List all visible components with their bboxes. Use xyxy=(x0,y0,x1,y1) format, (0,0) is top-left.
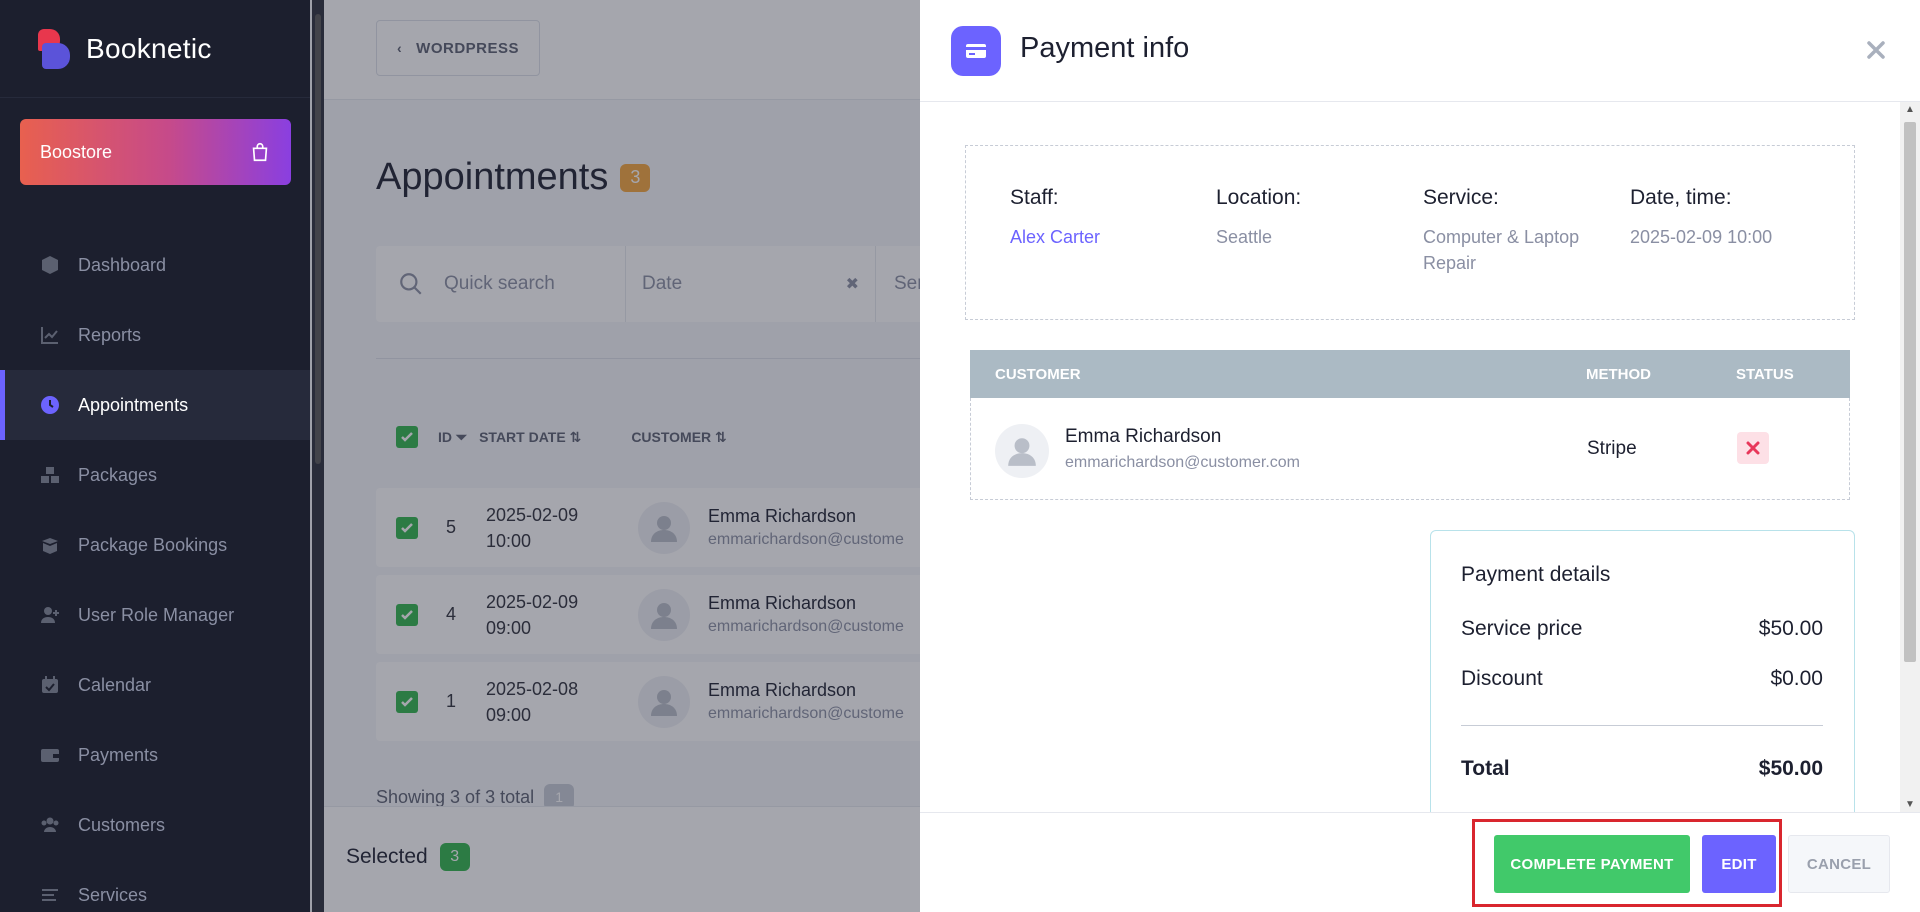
sidebar-item-label: User Role Manager xyxy=(78,604,235,625)
customer-payment-table: CUSTOMER METHOD STATUS Emma Richardson e… xyxy=(970,350,1850,500)
panel-scrollbar[interactable]: ▲ ▼ xyxy=(1900,102,1920,812)
panel-header: Payment info xyxy=(920,0,1920,102)
logo[interactable]: Booknetic xyxy=(0,0,310,98)
sidebar-item-user-role-manager[interactable]: User Role Manager xyxy=(0,580,310,650)
shopping-bag-icon xyxy=(249,141,271,163)
payment-details-box: Payment details Service price $50.00 Dis… xyxy=(1430,530,1855,830)
scroll-up-icon[interactable]: ▲ xyxy=(1905,104,1915,115)
payment-method: Stripe xyxy=(1587,438,1637,459)
datetime-info: Date, time: 2025-02-09 10:00 xyxy=(1630,186,1773,247)
avatar xyxy=(995,424,1049,478)
logo-text: Booknetic xyxy=(86,32,212,64)
sidebar-item-dashboard[interactable]: Dashboard xyxy=(0,230,310,300)
sidebar-nav: Dashboard Reports Appointments Packages … xyxy=(0,230,310,912)
table-row: Emma Richardson emmarichardson@customer.… xyxy=(970,398,1850,500)
cube-icon xyxy=(40,255,60,275)
panel-title: Payment info xyxy=(1020,32,1190,64)
table-header: CUSTOMER METHOD STATUS xyxy=(970,350,1850,398)
clock-icon xyxy=(40,395,60,415)
customer-column-header: CUSTOMER xyxy=(995,365,1081,383)
boxes-icon xyxy=(40,465,60,485)
sidebar-item-customers[interactable]: Customers xyxy=(0,790,310,860)
scroll-down-icon[interactable]: ▼ xyxy=(1905,799,1915,810)
sidebar-item-label: Reports xyxy=(78,324,142,345)
booknetic-logo-icon xyxy=(38,28,72,69)
method-column-header: METHOD xyxy=(1586,365,1651,383)
sidebar-item-label: Appointments xyxy=(78,394,189,415)
sidebar-item-package-bookings[interactable]: Package Bookings xyxy=(0,510,310,580)
sidebar-item-appointments[interactable]: Appointments xyxy=(0,370,310,440)
boostore-button[interactable]: Boostore xyxy=(20,119,291,185)
appointment-info-box: Staff: Alex Carter Location: Seattle Ser… xyxy=(965,145,1855,320)
list-icon xyxy=(40,885,60,905)
staff-info: Staff: Alex Carter xyxy=(1010,186,1210,250)
payment-info-panel: Payment info Staff: Alex Carter Location… xyxy=(920,0,1920,912)
highlight-box xyxy=(1472,819,1782,907)
sidebar: Booknetic Boostore Dashboard Reports App… xyxy=(0,0,310,912)
chart-icon xyxy=(40,325,60,345)
panel-footer: COMPLETE PAYMENT EDIT CANCEL xyxy=(920,812,1920,912)
box-open-icon xyxy=(40,535,60,555)
sidebar-item-services[interactable]: Services xyxy=(0,860,310,912)
payment-details-title: Payment details xyxy=(1461,563,1611,586)
sidebar-item-label: Services xyxy=(78,884,148,905)
user-plus-icon xyxy=(40,605,60,625)
staff-link[interactable]: Alex Carter xyxy=(1010,224,1210,250)
status-unpaid-icon xyxy=(1737,432,1769,464)
credit-card-icon xyxy=(951,26,1001,76)
sidebar-item-payments[interactable]: Payments xyxy=(0,720,310,790)
divider xyxy=(1461,725,1823,726)
sidebar-item-label: Packages xyxy=(78,464,158,485)
service-info: Service: Computer & Laptop Repair xyxy=(1423,186,1580,273)
sidebar-item-reports[interactable]: Reports xyxy=(0,300,310,370)
location-info: Location: Seattle xyxy=(1216,186,1302,247)
sidebar-item-label: Package Bookings xyxy=(78,534,228,555)
boostore-label: Boostore xyxy=(40,141,113,162)
sidebar-item-label: Customers xyxy=(78,814,166,835)
sidebar-item-label: Dashboard xyxy=(78,254,167,275)
customer-email: emmarichardson@customer.com xyxy=(1065,454,1300,471)
modal-backdrop[interactable] xyxy=(310,0,920,912)
service-price-row: Service price $50.00 xyxy=(1461,617,1823,640)
close-icon[interactable] xyxy=(1862,36,1890,64)
calendar-icon xyxy=(40,675,60,695)
scrollbar-thumb[interactable] xyxy=(1904,122,1916,662)
total-row: Total $50.00 xyxy=(1461,757,1823,780)
wallet-icon xyxy=(40,745,60,765)
sidebar-item-calendar[interactable]: Calendar xyxy=(0,650,310,720)
status-column-header: STATUS xyxy=(1736,365,1794,383)
sidebar-item-label: Calendar xyxy=(78,674,152,695)
customer-name: Emma Richardson xyxy=(1065,426,1222,447)
users-icon xyxy=(40,815,60,835)
sidebar-item-packages[interactable]: Packages xyxy=(0,440,310,510)
sidebar-item-label: Payments xyxy=(78,744,159,765)
cancel-button[interactable]: CANCEL xyxy=(1788,835,1890,893)
discount-row: Discount $0.00 xyxy=(1461,667,1823,690)
